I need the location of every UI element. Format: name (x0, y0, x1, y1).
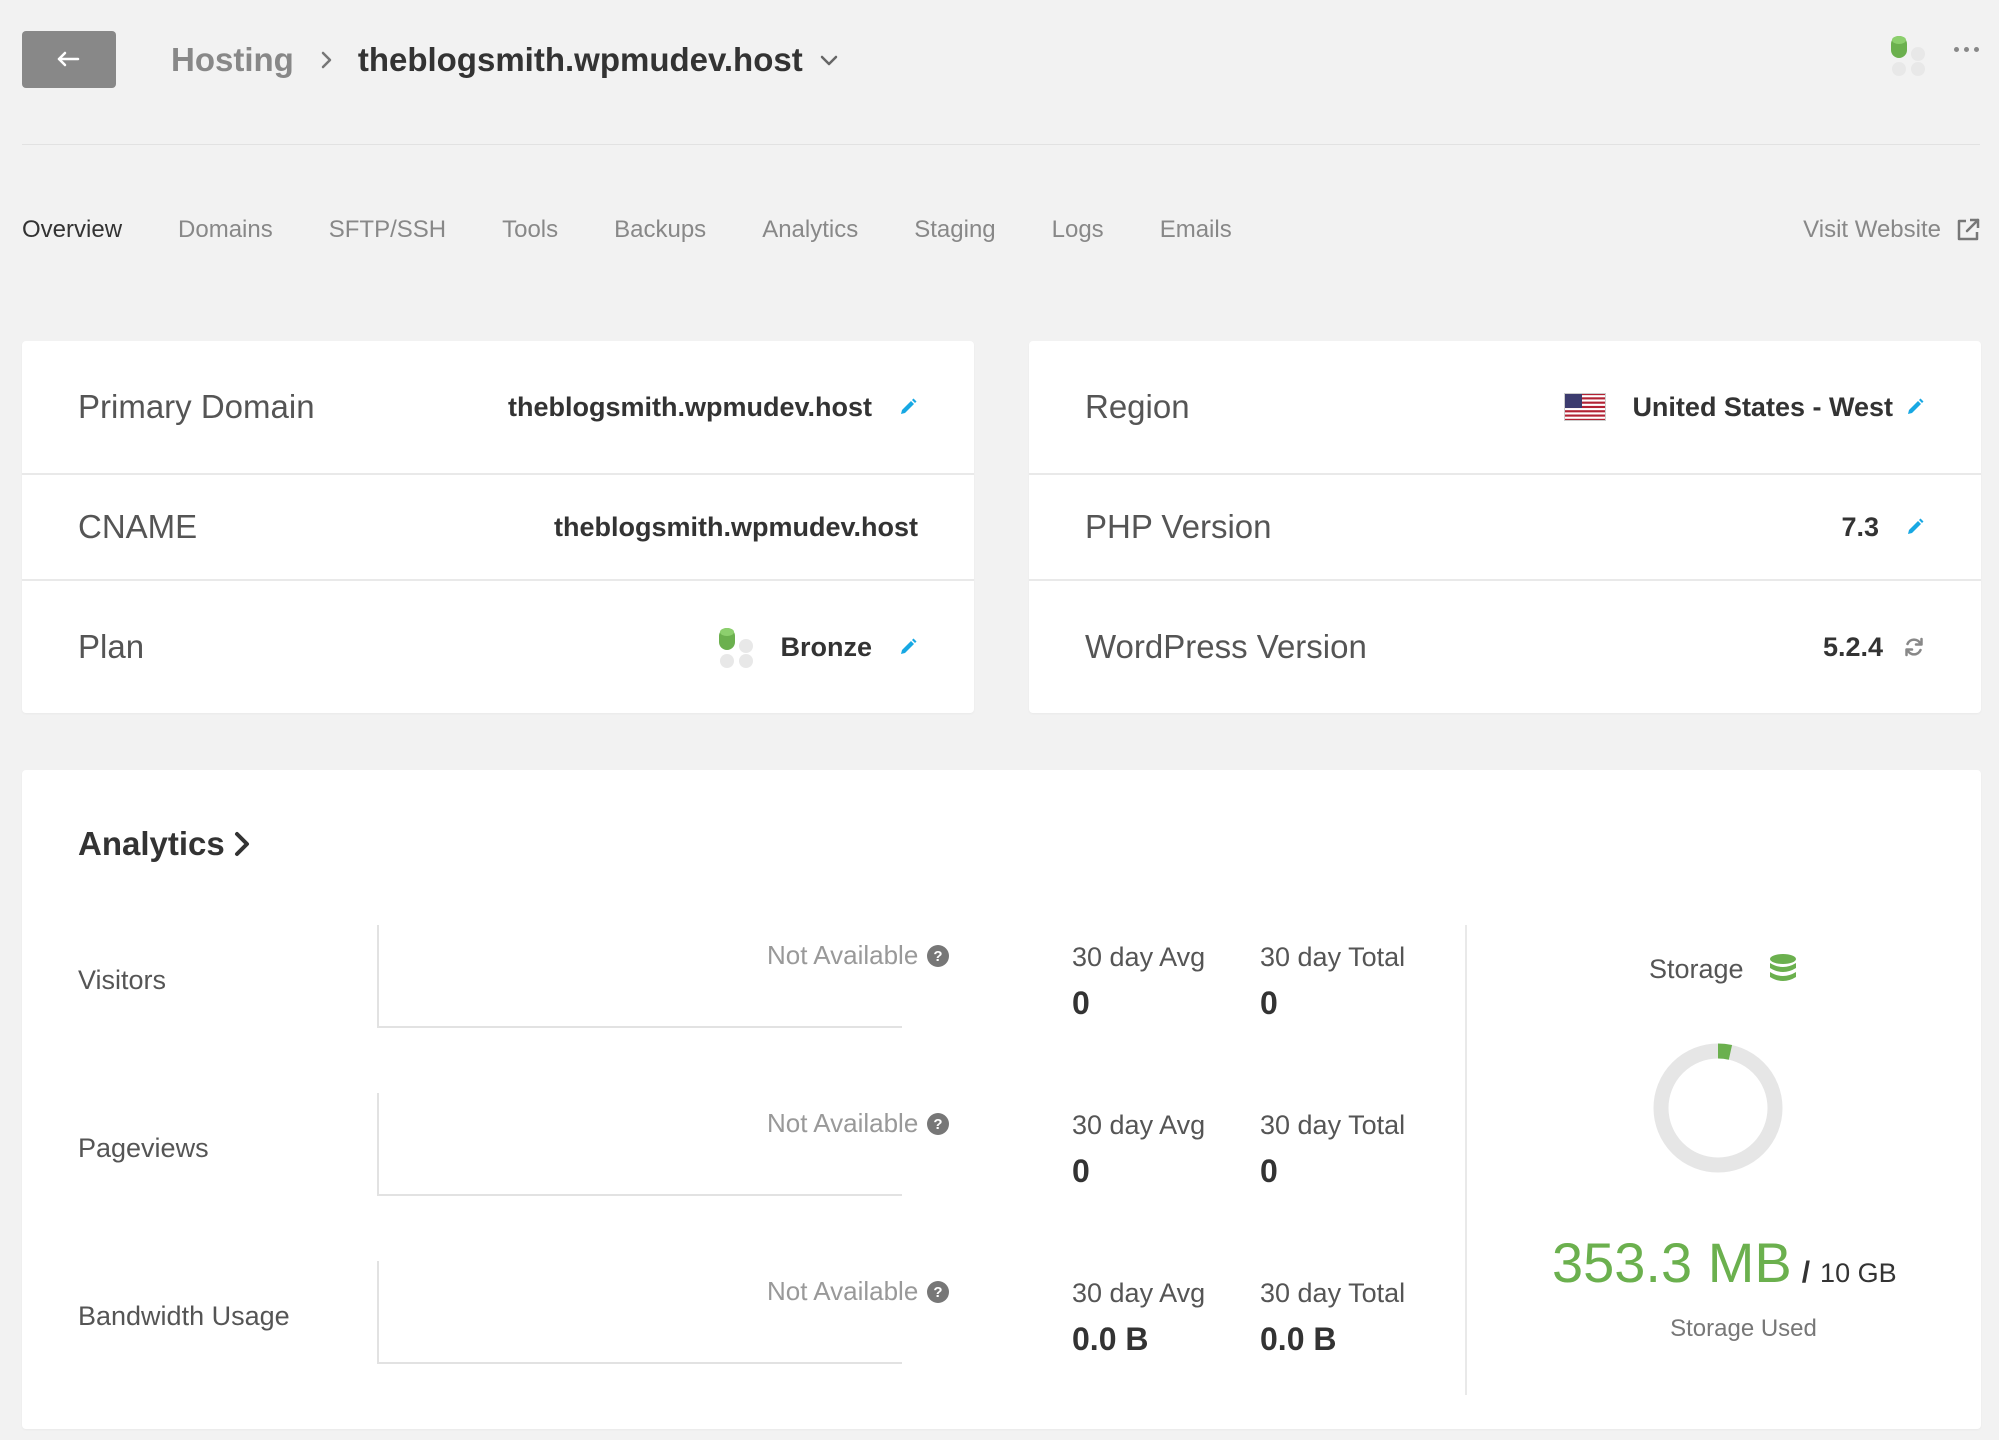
chevron-down-icon[interactable] (819, 53, 839, 67)
stat-value: 0 (1072, 985, 1090, 1021)
tab-bar: Overview Domains SFTP/SSH Tools Backups … (22, 212, 1288, 248)
visit-website-label: Visit Website (1803, 216, 1941, 243)
bandwidth-status: Not Available ? (767, 1276, 950, 1307)
visitors-avg: 30 day Avg 0 (1072, 942, 1205, 1022)
primary-domain-label: Primary Domain (78, 388, 315, 425)
us-flag-icon (1564, 393, 1607, 421)
stat-label: 30 day Avg (1072, 1278, 1206, 1308)
bandwidth-avg: 30 day Avg 0.0 B (1072, 1278, 1205, 1358)
cname-row: CNAME theblogsmith.wpmudev.host (22, 473, 974, 579)
pageviews-status: Not Available ? (767, 1108, 950, 1139)
analytics-card: Analytics Visitors Not Available ? 30 da… (22, 770, 1981, 1429)
server-info-card: Region United States - West PHP Version (1029, 341, 1981, 713)
stat-value: 0.0 B (1260, 1321, 1337, 1357)
storage-label: Storage (1649, 953, 1744, 984)
refresh-icon[interactable] (1903, 636, 1925, 658)
status-text: Not Available (767, 1276, 919, 1306)
storage-donut-chart (1653, 1043, 1783, 1173)
storage-total-value: 10 GB (1820, 1258, 1897, 1288)
visit-website-link[interactable]: Visit Website (1803, 212, 1981, 248)
php-version-label: PHP Version (1085, 508, 1272, 545)
plan-row: Plan Bronze (22, 579, 974, 713)
stat-value: 0 (1260, 1153, 1278, 1189)
primary-domain-row: Primary Domain theblogsmith.wpmudev.host (22, 341, 974, 473)
metric-label-pageviews: Pageviews (78, 1133, 209, 1163)
tab-tools[interactable]: Tools (502, 216, 558, 244)
pageviews-total: 30 day Total 0 (1260, 1110, 1405, 1190)
more-icon[interactable] (1954, 47, 1979, 52)
svg-text:?: ? (934, 948, 943, 965)
pencil-icon[interactable] (1905, 397, 1925, 417)
external-link-icon (1957, 218, 1980, 241)
tab-overview[interactable]: Overview (22, 216, 122, 244)
storage-caption: Storage Used (1670, 1315, 1817, 1342)
database-icon (1769, 954, 1796, 981)
help-icon[interactable]: ? (926, 1112, 950, 1136)
tab-emails[interactable]: Emails (1160, 216, 1232, 244)
wordpress-version-value: 5.2.4 (1822, 631, 1883, 662)
tab-analytics[interactable]: Analytics (762, 216, 858, 244)
primary-domain-value: theblogsmith.wpmudev.host (508, 391, 872, 422)
status-text: Not Available (767, 940, 919, 970)
site-info-card: Primary Domain theblogsmith.wpmudev.host… (22, 341, 974, 713)
analytics-title: Analytics (78, 825, 225, 862)
tab-domains[interactable]: Domains (178, 216, 273, 244)
analytics-title-link[interactable]: Analytics (78, 825, 251, 863)
bandwidth-total: 30 day Total 0.0 B (1260, 1278, 1405, 1358)
breadcrumb-site-name: theblogsmith.wpmudev.host (357, 41, 803, 78)
breadcrumb-hosting[interactable]: Hosting (171, 41, 294, 79)
chevron-right-icon (234, 832, 249, 856)
svg-text:?: ? (934, 1116, 943, 1133)
stat-label: 30 day Total (1260, 1278, 1406, 1308)
visitors-status: Not Available ? (767, 940, 950, 971)
pageviews-avg: 30 day Avg 0 (1072, 1110, 1205, 1190)
cname-label: CNAME (78, 508, 198, 545)
pencil-icon[interactable] (898, 637, 918, 657)
svg-text:?: ? (934, 1284, 943, 1301)
back-arrow-icon (57, 51, 80, 66)
tab-logs[interactable]: Logs (1052, 216, 1104, 244)
plan-icon (719, 628, 754, 668)
cname-value: theblogsmith.wpmudev.host (554, 511, 918, 542)
stat-label: 30 day Total (1260, 942, 1406, 972)
wordpress-version-label: WordPress Version (1085, 628, 1367, 665)
help-icon[interactable]: ? (926, 944, 950, 968)
php-version-value: 7.3 (1841, 511, 1879, 542)
analytics-divider (1465, 925, 1467, 1395)
pencil-icon[interactable] (1905, 517, 1925, 537)
pencil-icon[interactable] (898, 397, 918, 417)
region-row: Region United States - West (1029, 341, 1981, 473)
stat-label: 30 day Total (1260, 1110, 1406, 1140)
breadcrumb: Hosting theblogsmith.wpmudev.host (171, 40, 839, 80)
stat-label: 30 day Avg (1072, 942, 1206, 972)
stat-value: 0 (1072, 1153, 1090, 1189)
stat-value: 0 (1260, 985, 1278, 1021)
stat-label: 30 day Avg (1072, 1110, 1206, 1140)
tab-staging[interactable]: Staging (914, 216, 995, 244)
page-header: Hosting theblogsmith.wpmudev.host (0, 0, 1999, 145)
visitors-total: 30 day Total 0 (1260, 942, 1405, 1022)
wordpress-version-row: WordPress Version 5.2.4 (1029, 579, 1981, 713)
tab-sftp-ssh[interactable]: SFTP/SSH (329, 216, 446, 244)
tab-backups[interactable]: Backups (614, 216, 706, 244)
region-value: United States - West (1632, 391, 1893, 422)
chevron-right-icon (320, 50, 334, 70)
back-button[interactable] (22, 31, 116, 88)
help-icon[interactable]: ? (926, 1280, 950, 1304)
metric-label-bandwidth: Bandwidth Usage (78, 1301, 290, 1331)
plan-icon (1891, 36, 1925, 76)
status-text: Not Available (767, 1108, 919, 1138)
header-divider (22, 144, 1980, 145)
storage-amount: 353.3 MB / 10 GB (1552, 1230, 1952, 1295)
php-version-row: PHP Version 7.3 (1029, 473, 1981, 579)
region-label: Region (1085, 388, 1190, 425)
storage-slash: / (1801, 1256, 1811, 1289)
storage-header: Storage (1649, 953, 1798, 985)
plan-label: Plan (78, 628, 145, 665)
metric-label-visitors: Visitors (78, 965, 167, 995)
plan-value: Bronze (780, 631, 872, 662)
stat-value: 0.0 B (1072, 1321, 1149, 1357)
storage-used-value: 353.3 MB (1552, 1231, 1792, 1294)
